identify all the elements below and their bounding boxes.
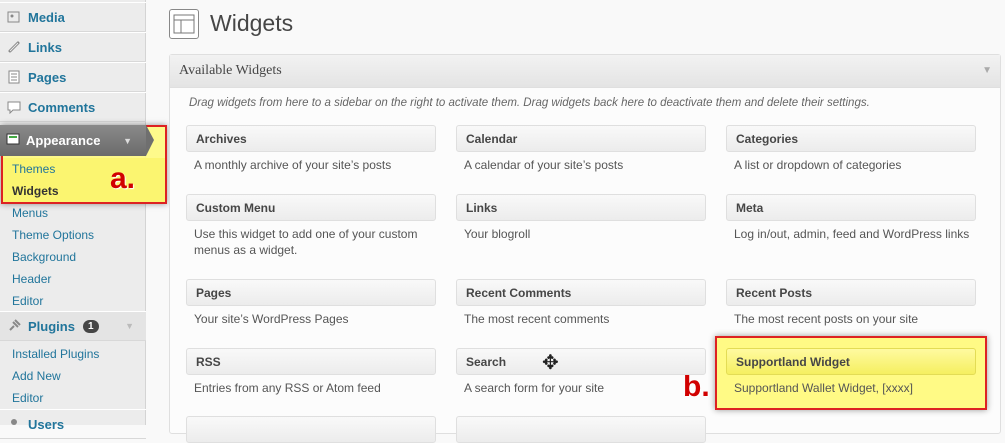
link-icon (6, 39, 22, 55)
menu-users-label: Users (28, 416, 65, 432)
submenu-header[interactable]: Header (12, 272, 51, 286)
widget-categories-desc: A list or dropdown of categories (734, 158, 902, 172)
widget-calendar-desc: A calendar of your site’s posts (464, 158, 624, 172)
widget-custom-menu-desc: Use this widget to add one of your custo… (194, 227, 418, 257)
menu-plugins-label: Plugins (28, 318, 75, 334)
widget-supportland-desc: Supportland Wallet Widget, [xxxx] (734, 381, 913, 395)
chevron-down-icon[interactable]: ▼ (123, 136, 132, 146)
submenu-installed-plugins[interactable]: Installed Plugins (12, 347, 99, 361)
plugins-update-badge: 1 (82, 319, 99, 333)
menu-links[interactable]: Links (0, 32, 146, 62)
widget-rss[interactable]: RSS (186, 348, 436, 375)
menu-media[interactable]: Media (0, 2, 146, 32)
page-title: Widgets (210, 10, 294, 36)
widget-search[interactable]: Search (456, 348, 706, 375)
widget-recent-posts[interactable]: Recent Posts (726, 279, 976, 306)
admin-sidebar: Media Links Pages Comments Menus Theme O… (0, 0, 146, 439)
widget-meta-desc: Log in/out, admin, feed and WordPress li… (734, 227, 970, 241)
widget-next-row-1[interactable] (186, 416, 436, 443)
submenu-plugin-editor[interactable]: Editor (12, 391, 43, 405)
submenu-background[interactable]: Background (12, 250, 76, 264)
widget-next-row-2[interactable] (456, 416, 706, 443)
panel-header[interactable]: Available Widgets (170, 55, 1000, 88)
widget-links[interactable]: Links (456, 194, 706, 221)
media-icon (6, 9, 22, 25)
comments-icon (6, 99, 22, 115)
panel-title: Available Widgets (179, 63, 282, 78)
current-menu-arrow (146, 125, 154, 156)
widget-links-desc: Your blogroll (464, 227, 531, 241)
widget-recent-comments[interactable]: Recent Comments (456, 279, 706, 306)
menu-appearance-label: Appearance (26, 133, 101, 148)
submenu-themes[interactable]: Themes (12, 162, 55, 176)
widget-recent-posts-desc: The most recent posts on your site (734, 312, 919, 326)
widget-custom-menu[interactable]: Custom Menu (186, 194, 436, 221)
annotation-a: a. (110, 162, 136, 195)
submenu-theme-options[interactable]: Theme Options (12, 228, 94, 242)
widget-meta[interactable]: Meta (726, 194, 976, 221)
widget-archives[interactable]: Archives (186, 125, 436, 152)
widget-search-desc: A search form for your site (464, 381, 605, 395)
widget-rss-desc: Entries from any RSS or Atom feed (194, 381, 381, 395)
submenu-add-new[interactable]: Add New (12, 369, 61, 383)
menu-pages-label: Pages (28, 69, 67, 85)
chevron-down-icon[interactable]: ▼ (982, 65, 992, 76)
widget-pages[interactable]: Pages (186, 279, 436, 306)
widget-archives-desc: A monthly archive of your site’s posts (194, 158, 392, 172)
menu-media-label: Media (28, 9, 65, 25)
widget-supportland[interactable]: Supportland Widget (726, 348, 976, 375)
appearance-icon (6, 132, 20, 149)
menu-pages[interactable]: Pages (0, 62, 146, 92)
move-cursor-icon: ✥ (542, 352, 559, 374)
submenu-editor[interactable]: Editor (12, 294, 43, 308)
widget-pages-desc: Your site’s WordPress Pages (194, 312, 349, 326)
widget-categories[interactable]: Categories (726, 125, 976, 152)
menu-users[interactable]: Users (0, 409, 146, 439)
menu-appearance[interactable]: Appearance ▼ (0, 125, 154, 156)
users-icon (6, 416, 22, 432)
widget-recent-comments-desc: The most recent comments (464, 312, 610, 326)
panel-description: Drag widgets from here to a sidebar on t… (189, 97, 870, 109)
submenu-menus[interactable]: Menus (12, 206, 48, 220)
menu-comments[interactable]: Comments (0, 92, 146, 122)
menu-plugins[interactable]: Plugins 1 ▼ (0, 311, 146, 341)
widgets-page-icon (169, 9, 199, 39)
submenu-widgets[interactable]: Widgets (12, 184, 59, 198)
menu-links-label: Links (28, 39, 62, 55)
plugin-icon (6, 318, 22, 334)
chevron-down-icon[interactable]: ▼ (125, 321, 134, 331)
widget-calendar[interactable]: Calendar (456, 125, 706, 152)
pages-icon (6, 69, 22, 85)
menu-comments-label: Comments (28, 99, 96, 115)
